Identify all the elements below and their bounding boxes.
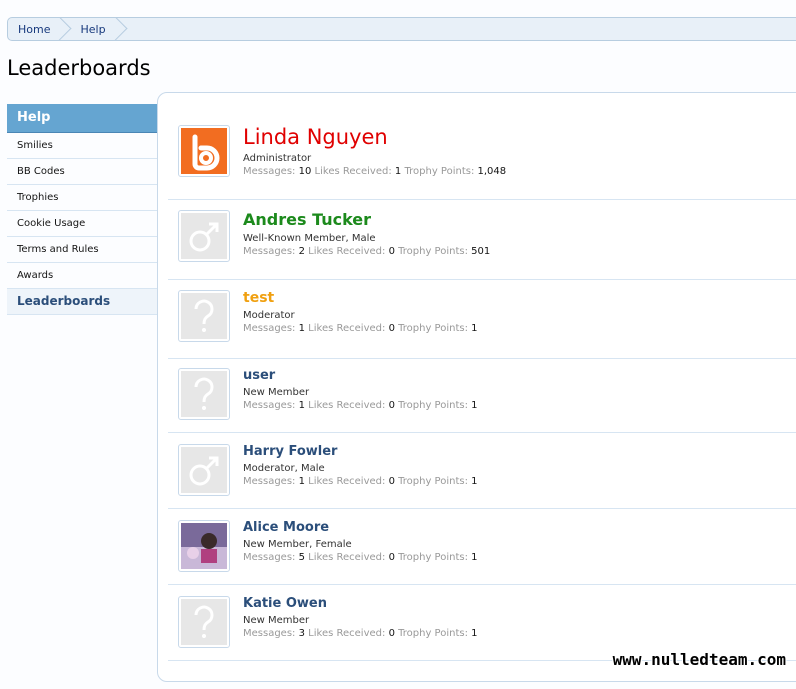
male-icon (181, 213, 227, 259)
member-name[interactable]: user (243, 368, 478, 383)
trophy-points: 1 (471, 400, 478, 411)
likes-count: 0 (388, 476, 395, 487)
member-stats: Messages: 1 Likes Received: 0 Trophy Poi… (243, 400, 478, 411)
member-row: Harry Fowler Moderator, Male Messages: 1 L… (168, 444, 796, 509)
member-stats: Messages: 1 Likes Received: 0 Trophy Poi… (243, 323, 478, 334)
member-title: New Member (243, 387, 310, 398)
male-icon (181, 447, 227, 493)
sidebar-item-trophies[interactable]: Trophies (7, 185, 157, 211)
messages-count: 5 (298, 552, 305, 563)
member-info: Harry Fowler Moderator, Male Messages: 1 L… (243, 444, 478, 487)
breadcrumb: Home Help (7, 17, 796, 41)
member-name[interactable]: Katie Owen (243, 596, 478, 611)
member-stats: Messages: 5 Likes Received: 0 Trophy Poi… (243, 552, 478, 563)
member-title: New Member, Female (243, 539, 352, 550)
messages-count: 1 (298, 400, 305, 411)
member-title: Well-Known Member, Male (243, 233, 376, 244)
member-stats: Messages: 2 Likes Received: 0 Trophy Poi… (243, 246, 491, 257)
member-title: Moderator, Male (243, 463, 325, 474)
member-title: Administrator (243, 153, 312, 164)
member-row: user New Member Messages: 1 Likes Received… (168, 368, 796, 433)
trophy-points: 1 (471, 552, 478, 563)
messages-count: 1 (298, 323, 305, 334)
member-avatar[interactable] (178, 596, 230, 648)
question-icon (181, 371, 227, 417)
sidebar-item-smilies[interactable]: Smilies (7, 133, 157, 159)
member-stats: Messages: 10 Likes Received: 1 Trophy Po… (243, 166, 507, 177)
sidebar: Help Smilies BB Codes Trophies Cookie Us… (7, 104, 157, 315)
messages-count: 2 (298, 246, 305, 257)
sidebar-item-cookie-usage[interactable]: Cookie Usage (7, 211, 157, 237)
member-name[interactable]: Linda Nguyen (243, 125, 506, 149)
page-title: Leaderboards (7, 56, 151, 80)
question-icon (181, 293, 227, 339)
sidebar-item-bb-codes[interactable]: BB Codes (7, 159, 157, 185)
watermark: www.nulledteam.com (612, 650, 786, 669)
likes-count: 0 (388, 323, 395, 334)
likes-count: 0 (388, 628, 395, 639)
member-name[interactable]: Harry Fowler (243, 444, 478, 459)
leaderboard-panel: Linda Nguyen Administrator Messages: 10 Li… (157, 92, 796, 682)
breadcrumb-help[interactable]: Help (64, 18, 119, 40)
member-row: test Moderator Messages: 1 Likes Received:… (168, 290, 796, 359)
trophy-points: 501 (471, 246, 491, 257)
sidebar-item-awards[interactable]: Awards (7, 263, 157, 289)
likes-count: 1 (394, 166, 402, 177)
member-title: Moderator (243, 310, 295, 321)
photo-icon (181, 523, 227, 569)
member-avatar[interactable] (178, 444, 230, 496)
sidebar-heading[interactable]: Help (7, 104, 157, 133)
member-avatar[interactable] (178, 290, 230, 342)
member-row: Alice Moore New Member, Female Messages: 5… (168, 520, 796, 585)
member-info: Andres Tucker Well-Known Member, Male Mess… (243, 210, 490, 257)
member-name[interactable]: Andres Tucker (243, 210, 490, 229)
messages-count: 1 (298, 476, 305, 487)
member-title: New Member (243, 615, 310, 626)
question-icon (181, 599, 227, 645)
member-avatar[interactable] (178, 210, 230, 262)
sidebar-item-leaderboards[interactable]: Leaderboards (7, 289, 157, 315)
member-info: Alice Moore New Member, Female Messages: 5… (243, 520, 478, 563)
member-avatar[interactable] (178, 125, 230, 177)
member-info: Linda Nguyen Administrator Messages: 10 Li… (243, 125, 506, 177)
member-name[interactable]: Alice Moore (243, 520, 478, 535)
member-avatar[interactable] (178, 520, 230, 572)
member-row: Andres Tucker Well-Known Member, Male Mess… (168, 210, 796, 280)
trophy-points: 1 (471, 628, 478, 639)
member-avatar[interactable] (178, 368, 230, 420)
member-stats: Messages: 1 Likes Received: 0 Trophy Poi… (243, 476, 478, 487)
member-info: Katie Owen New Member Messages: 3 Likes Re… (243, 596, 478, 639)
sidebar-item-terms[interactable]: Terms and Rules (7, 237, 157, 263)
trophy-points: 1 (471, 476, 478, 487)
member-row: Linda Nguyen Administrator Messages: 10 Li… (168, 125, 796, 200)
member-info: user New Member Messages: 1 Likes Received… (243, 368, 478, 411)
logo-b-icon (181, 128, 227, 174)
messages-count: 3 (298, 628, 305, 639)
breadcrumb-home[interactable]: Home (8, 18, 64, 40)
likes-count: 0 (388, 552, 395, 563)
likes-count: 0 (388, 246, 395, 257)
member-stats: Messages: 3 Likes Received: 0 Trophy Poi… (243, 628, 478, 639)
member-name[interactable]: test (243, 290, 478, 306)
likes-count: 0 (388, 400, 395, 411)
member-info: test Moderator Messages: 1 Likes Received:… (243, 290, 478, 334)
trophy-points: 1,048 (477, 166, 507, 177)
messages-count: 10 (298, 166, 312, 177)
trophy-points: 1 (471, 323, 478, 334)
